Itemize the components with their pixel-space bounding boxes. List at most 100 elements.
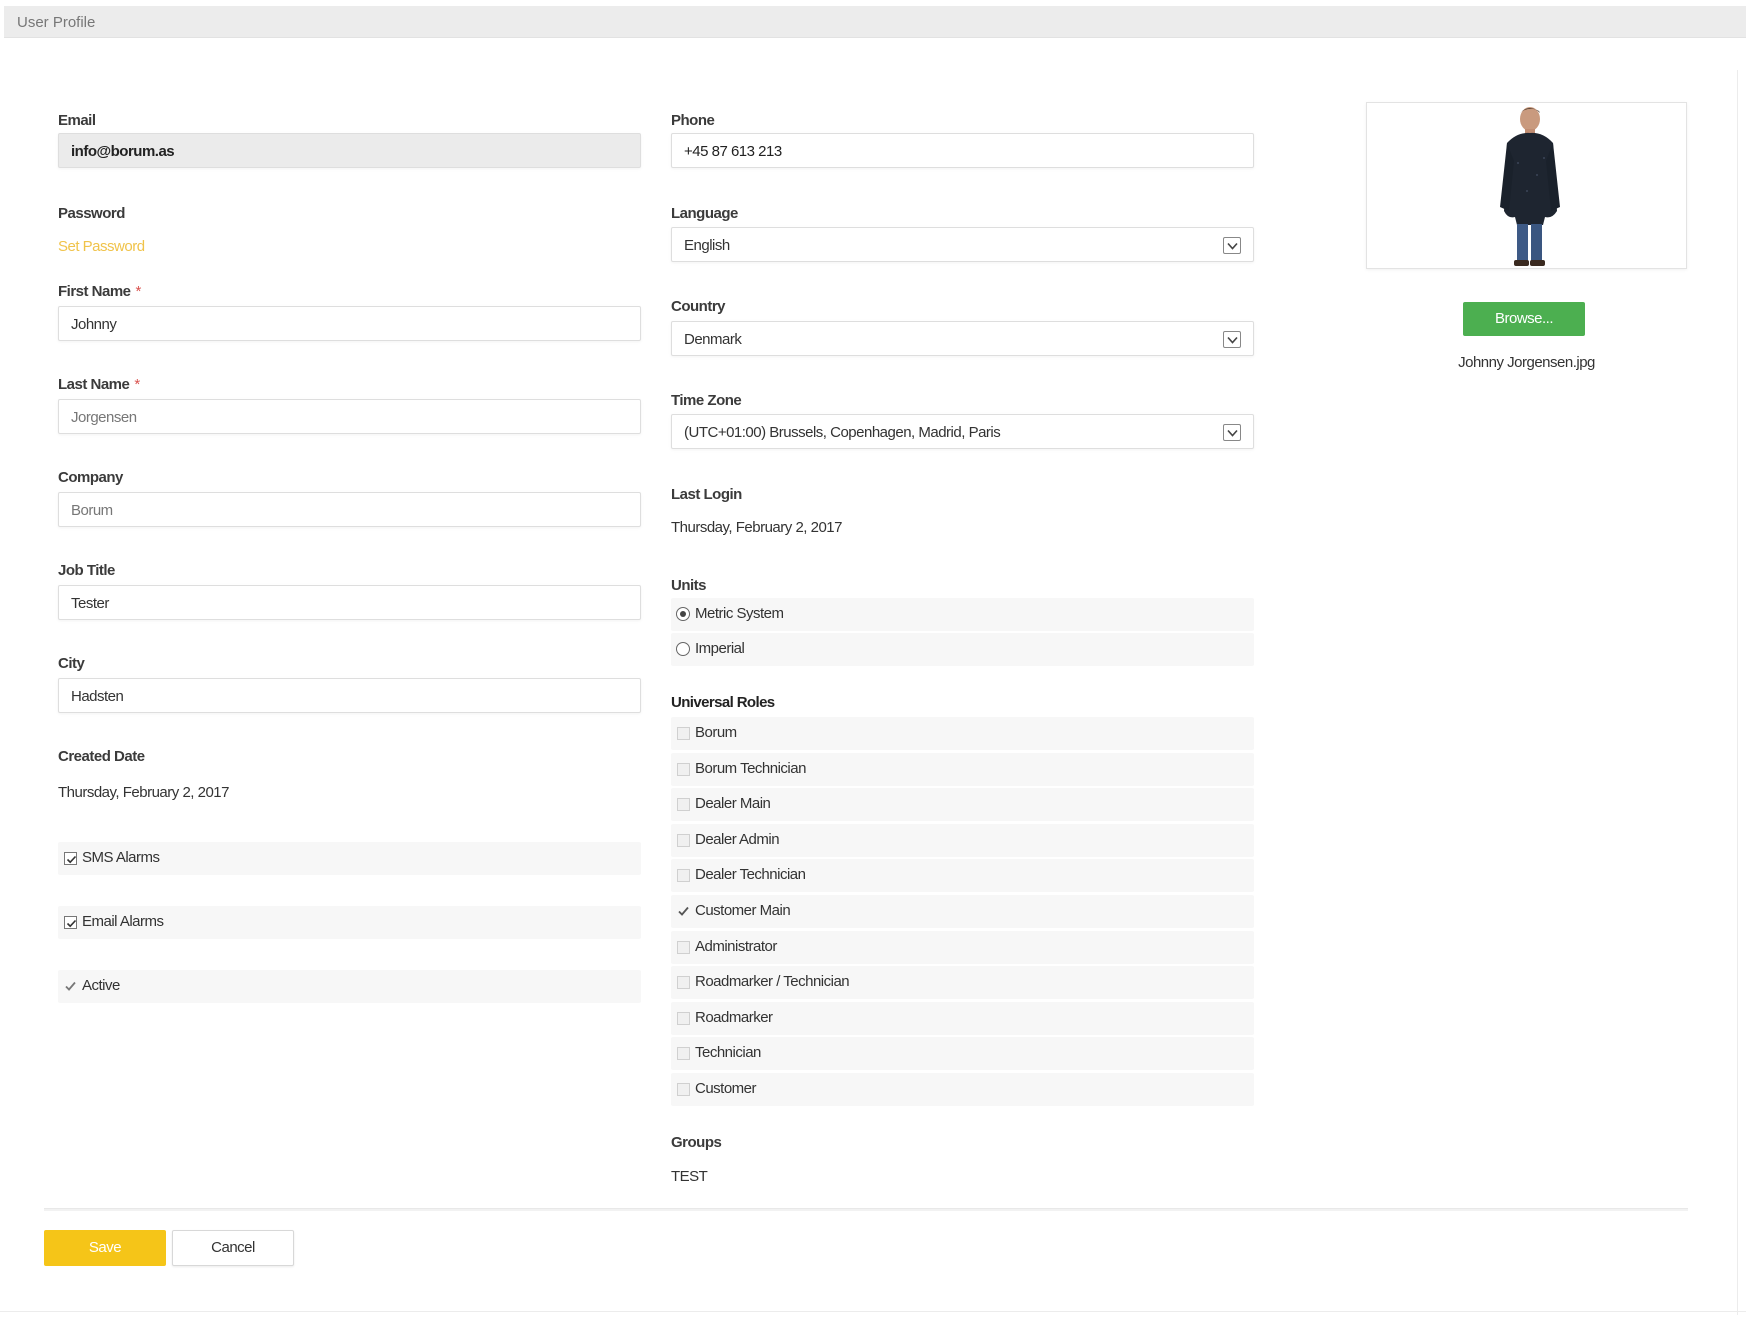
- role-row[interactable]: Roadmarker: [671, 1001, 1254, 1035]
- set-password-link[interactable]: Set Password: [58, 238, 145, 255]
- role-label: Technician: [695, 1044, 761, 1062]
- role-checkbox[interactable]: [677, 833, 690, 847]
- time-zone-select[interactable]: (UTC+01:00) Brussels, Copenhagen, Madrid…: [671, 414, 1254, 449]
- time-zone-label: Time Zone: [671, 392, 742, 409]
- frame-border-bottom: [0, 1311, 1746, 1312]
- email-alarms-checkbox[interactable]: [64, 916, 77, 929]
- role-label: Customer Main: [695, 902, 791, 919]
- first-name-value: Johnny: [71, 316, 117, 333]
- role-label: Dealer Technician: [695, 866, 806, 884]
- role-label: Roadmarker: [695, 1008, 773, 1026]
- language-label: Language: [671, 205, 738, 222]
- last-name-label-text: Last Name: [58, 376, 130, 393]
- role-checkbox[interactable]: [677, 727, 690, 740]
- last-name-field[interactable]: Jorgensen: [58, 399, 641, 434]
- active-label: Active: [82, 977, 120, 994]
- role-checkbox[interactable]: [677, 976, 690, 990]
- email-field[interactable]: info@borum.as: [58, 133, 641, 168]
- created-date-value: Thursday, February 2, 2017: [58, 784, 229, 801]
- role-label: Borum: [695, 724, 737, 741]
- browse-button[interactable]: Browse...: [1463, 302, 1585, 336]
- role-checkbox[interactable]: [677, 762, 690, 776]
- units-option-imperial[interactable]: Imperial: [671, 633, 1254, 666]
- job-title-value: Tester: [71, 595, 109, 612]
- phone-value: +45 87 613 213: [684, 143, 782, 160]
- phone-field[interactable]: +45 87 613 213: [671, 133, 1254, 168]
- universal-roles-label: Universal Roles: [671, 694, 775, 711]
- role-row[interactable]: Administrator: [671, 930, 1254, 964]
- imperial-radio[interactable]: [676, 642, 690, 656]
- role-row[interactable]: Dealer Technician: [671, 859, 1254, 893]
- role-checkbox[interactable]: [677, 798, 690, 812]
- company-value: Borum: [71, 502, 113, 519]
- password-label: Password: [58, 205, 125, 222]
- role-label: Borum Technician: [695, 759, 806, 777]
- groups-label: Groups: [671, 1134, 722, 1151]
- units-option-metric[interactable]: Metric System: [671, 598, 1254, 631]
- chevron-down-icon[interactable]: [1223, 424, 1241, 441]
- required-marker: *: [134, 376, 140, 393]
- role-row[interactable]: Customer: [671, 1073, 1254, 1106]
- role-label: Roadmarker / Technician: [695, 973, 850, 991]
- email-value: info@borum.as: [71, 143, 175, 160]
- time-zone-value: (UTC+01:00) Brussels, Copenhagen, Madrid…: [684, 424, 1001, 441]
- chevron-down-icon[interactable]: [1223, 331, 1241, 348]
- language-select[interactable]: English: [671, 227, 1254, 262]
- photo-filename: Johnny Jorgensen.jpg: [1458, 354, 1595, 371]
- last-login-label: Last Login: [671, 486, 742, 503]
- first-name-label-text: First Name: [58, 283, 131, 300]
- role-row[interactable]: Borum: [671, 717, 1254, 750]
- first-name-field[interactable]: Johnny: [58, 306, 641, 341]
- role-label: Administrator: [695, 937, 777, 955]
- role-checkbox[interactable]: [677, 1083, 690, 1096]
- job-title-field[interactable]: Tester: [58, 585, 641, 620]
- role-checkbox[interactable]: [677, 1011, 690, 1025]
- first-name-label: First Name *: [58, 283, 141, 300]
- country-value: Denmark: [684, 331, 742, 348]
- role-label: Customer: [695, 1080, 757, 1097]
- email-label: Email: [58, 112, 96, 129]
- role-row[interactable]: Borum Technician: [671, 752, 1254, 786]
- city-label: City: [58, 655, 85, 672]
- groups-value: TEST: [671, 1168, 708, 1185]
- role-label: Dealer Admin: [695, 830, 780, 848]
- company-field[interactable]: Borum: [58, 492, 641, 527]
- role-label: Dealer Main: [695, 795, 771, 813]
- country-label: Country: [671, 298, 726, 315]
- job-title-label: Job Title: [58, 562, 115, 579]
- role-row[interactable]: Customer Main: [671, 895, 1254, 928]
- role-checkbox[interactable]: [677, 905, 690, 918]
- required-marker: *: [135, 283, 142, 300]
- active-row[interactable]: Active: [58, 970, 641, 1003]
- sms-alarms-checkbox[interactable]: [64, 852, 77, 865]
- footer-divider: [44, 1208, 1688, 1211]
- profile-photo-frame: [1366, 102, 1687, 269]
- role-row[interactable]: Dealer Main: [671, 788, 1254, 822]
- last-name-label: Last Name *: [58, 376, 140, 393]
- role-row[interactable]: Dealer Admin: [671, 823, 1254, 857]
- created-date-label: Created Date: [58, 748, 145, 765]
- metric-radio[interactable]: [676, 607, 690, 621]
- language-value: English: [684, 237, 730, 254]
- chevron-down-icon[interactable]: [1223, 237, 1241, 254]
- cancel-button[interactable]: Cancel: [172, 1230, 294, 1266]
- role-row[interactable]: Roadmarker / Technician: [671, 966, 1254, 1000]
- profile-photo: [1500, 107, 1560, 266]
- city-value: Hadsten: [71, 688, 124, 705]
- role-row[interactable]: Technician: [671, 1037, 1254, 1071]
- phone-label: Phone: [671, 112, 715, 129]
- country-select[interactable]: Denmark: [671, 321, 1254, 356]
- city-field[interactable]: Hadsten: [58, 678, 641, 713]
- save-button[interactable]: Save: [44, 1230, 166, 1266]
- role-checkbox[interactable]: [677, 869, 690, 883]
- active-checkbox[interactable]: [64, 980, 77, 993]
- title-bar: User Profile: [4, 6, 1746, 38]
- role-checkbox[interactable]: [677, 1047, 690, 1061]
- frame-border-right: [1730, 70, 1738, 1315]
- sms-alarms-row[interactable]: SMS Alarms: [58, 842, 641, 875]
- last-login-value: Thursday, February 2, 2017: [671, 519, 842, 536]
- units-label: Units: [671, 577, 707, 594]
- email-alarms-row[interactable]: Email Alarms: [58, 906, 641, 939]
- company-label: Company: [58, 469, 123, 486]
- role-checkbox[interactable]: [677, 940, 690, 954]
